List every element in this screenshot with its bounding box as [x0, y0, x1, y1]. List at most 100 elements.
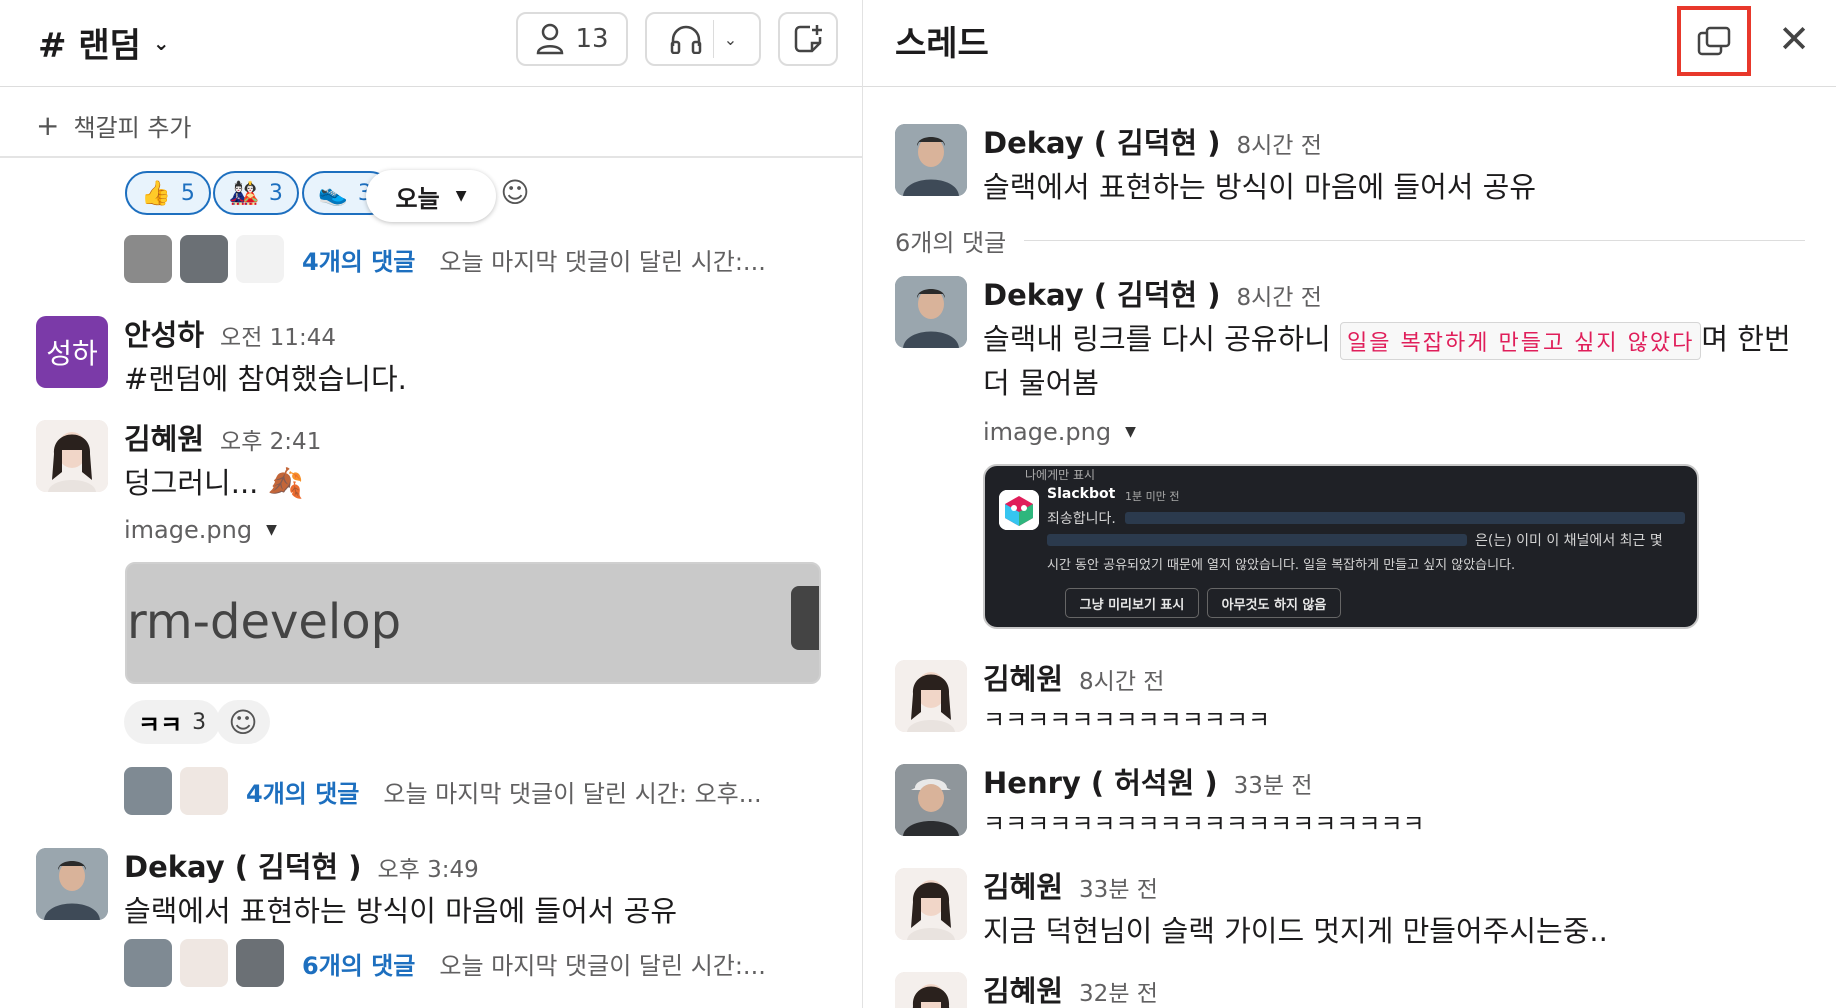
add-emoji-icon: ☺: [228, 705, 258, 739]
author-name[interactable]: Dekay ( 김덕현 ): [983, 120, 1220, 162]
image-attachment[interactable]: rm-develop: [125, 562, 821, 684]
timestamp[interactable]: 오전 11:44: [220, 318, 336, 352]
timestamp[interactable]: 33분 전: [1234, 766, 1313, 800]
thread-summary[interactable]: 4개의 댓글 오늘 마지막 댓글이 달린 시간:...: [124, 234, 766, 284]
thread-summary[interactable]: 4개의 댓글 오늘 마지막 댓글이 달린 시간: 오후...: [124, 766, 762, 816]
avatar[interactable]: [36, 420, 108, 492]
reply-count-link[interactable]: 4개의 댓글: [302, 242, 415, 277]
avatar[interactable]: [895, 660, 967, 732]
author-name[interactable]: 김혜원: [983, 864, 1063, 906]
timestamp[interactable]: 8시간 전: [1079, 662, 1164, 696]
channel-title-button[interactable]: # 랜덤 ⌄: [38, 18, 170, 67]
thumbs-up-icon: 👍: [141, 179, 171, 207]
reply-count-link[interactable]: 4개의 댓글: [246, 774, 359, 809]
thread-summary[interactable]: 6개의 댓글 오늘 마지막 댓글이 달린 시간:...: [124, 938, 766, 988]
message-text-part: 슬랙내 링크를 다시 공유하니: [983, 322, 1331, 356]
message-text: 슬랙내 링크를 다시 공유하니 일을 복잡하게 만들고 싶지 않았다 며 한번: [983, 316, 1791, 360]
message-header: Dekay ( 김덕현 ) 8시간 전: [983, 120, 1322, 162]
bookmark-bar: + 책갈피 추가: [0, 88, 862, 158]
date-divider-pill[interactable]: 오늘 ▼: [366, 170, 496, 222]
bot-time: 1분 미만 전: [1125, 490, 1180, 503]
reaction-thumbs-up[interactable]: 👍 5: [125, 171, 211, 215]
reply-count-link[interactable]: 6개의 댓글: [302, 946, 415, 981]
members-button[interactable]: 13: [516, 12, 628, 66]
thread-header: 스레드 ✕: [863, 0, 1836, 87]
bot-line3: 시간 동안 공유되었기 때문에 열지 않았습니다. 일을 복잡하게 만들고 싶지…: [1047, 558, 1516, 573]
author-name[interactable]: 김혜원: [983, 968, 1063, 1008]
reaction-dolls[interactable]: 🎎 3: [213, 171, 299, 215]
message-header: 안성하 오전 11:44: [124, 312, 336, 354]
close-icon[interactable]: ✕: [1769, 14, 1819, 64]
chevron-down-icon[interactable]: ⌄: [724, 30, 737, 49]
author-name[interactable]: Henry ( 허석원 ): [983, 760, 1218, 802]
do-nothing-button: 아무것도 하지 않음: [1207, 588, 1341, 618]
author-name[interactable]: 안성하: [124, 312, 204, 354]
last-reply-meta: 오늘 마지막 댓글이 달린 시간:...: [439, 951, 766, 980]
person-photo: [895, 276, 967, 348]
message-text-content: 덩그러니...: [124, 466, 259, 500]
avatar[interactable]: 성하: [36, 316, 108, 388]
date-label: 오늘: [395, 184, 440, 213]
file-attachment-label[interactable]: image.png ▼: [124, 516, 277, 544]
reaction-count: 5: [180, 180, 195, 206]
message-text: 슬랙에서 표현하는 방식이 마음에 들어서 공유: [983, 170, 1537, 204]
headphones-icon: [670, 25, 702, 54]
message-header: Henry ( 허석원 ) 33분 전: [983, 760, 1313, 802]
timestamp[interactable]: 오후 3:49: [377, 850, 478, 884]
add-reaction-button[interactable]: ☺: [216, 700, 270, 744]
do-nothing-label: 아무것도 하지 않음: [1221, 597, 1327, 613]
message-text: 슬랙에서 표현하는 방식이 마음에 들어서 공유: [124, 894, 678, 928]
image-avatar-fragment: [791, 586, 819, 650]
message-header: 김혜원 오후 2:41: [124, 416, 321, 458]
last-reply-meta: 오늘 마지막 댓글이 달린 시간: 오후...: [383, 779, 762, 808]
file-name: image.png: [983, 418, 1112, 446]
reaction-kk[interactable]: ㅋㅋ 3: [124, 700, 221, 744]
avatar[interactable]: [36, 848, 108, 920]
channel-header: # 랜덤 ⌄ 13 ⌄: [0, 0, 862, 87]
add-bookmark-button[interactable]: + 책갈피 추가: [36, 108, 192, 143]
avatar[interactable]: [895, 868, 967, 940]
bot-line2: 은(는) 이미 이 채널에서 최근 몇: [1475, 533, 1663, 549]
avatar[interactable]: [895, 276, 967, 348]
add-bookmark-label: 책갈피 추가: [73, 114, 192, 142]
chevron-down-icon: ⌄: [152, 30, 170, 55]
message-text: 지금 덕현님이 슬랙 가이드 멋지게 만들어주시는중..: [983, 914, 1608, 948]
bot-line1: 죄송합니다.: [1047, 511, 1116, 527]
person-photo: [895, 764, 967, 836]
avatar[interactable]: [895, 764, 967, 836]
huddle-button[interactable]: ⌄: [645, 12, 761, 66]
image-attachment[interactable]: 나에게만 표시 Slackbot 1분 미만 전 죄송합니다. 은(는) 이미 …: [983, 464, 1699, 629]
reaction-count: 3: [192, 709, 207, 735]
avatar[interactable]: [895, 124, 967, 196]
person-photo: [36, 848, 108, 920]
fallen-leaf-icon: 🍂: [267, 466, 304, 500]
timestamp[interactable]: 8시간 전: [1236, 278, 1321, 312]
timestamp[interactable]: 33분 전: [1079, 870, 1158, 904]
author-name[interactable]: Dekay ( 김덕현 ): [983, 272, 1220, 314]
add-emoji-icon: ☺: [500, 175, 530, 209]
popout-window-button[interactable]: [1677, 6, 1751, 76]
last-reply-meta: 오늘 마지막 댓글이 달린 시간:...: [439, 247, 766, 276]
add-reaction-button[interactable]: ☺: [488, 170, 542, 214]
author-name[interactable]: 김혜원: [124, 416, 204, 458]
avatar: [124, 939, 172, 987]
timestamp[interactable]: 8시간 전: [1236, 126, 1321, 160]
avatar: [180, 235, 228, 283]
avatar[interactable]: [895, 972, 967, 1008]
file-attachment-label[interactable]: image.png ▼: [983, 418, 1136, 446]
member-count: 13: [575, 24, 609, 54]
inline-code-highlight: 일을 복잡하게 만들고 싶지 않았다: [1340, 322, 1702, 360]
timestamp[interactable]: 오후 2:41: [220, 422, 321, 456]
author-name[interactable]: 김혜원: [983, 656, 1063, 698]
bot-name: Slackbot: [1047, 486, 1116, 502]
person-icon: [537, 23, 564, 55]
thread-title: 스레드: [895, 24, 989, 64]
author-name[interactable]: Dekay ( 김덕현 ): [124, 844, 361, 886]
kk-icon: ㅋㅋ: [138, 710, 183, 739]
avatar: [124, 235, 172, 283]
redacted-block: [1047, 534, 1467, 546]
message-header: 김혜원 8시간 전: [983, 656, 1164, 698]
timestamp[interactable]: 32분 전: [1079, 974, 1158, 1008]
canvas-button[interactable]: [778, 12, 838, 66]
canvas-add-icon: [794, 25, 822, 53]
